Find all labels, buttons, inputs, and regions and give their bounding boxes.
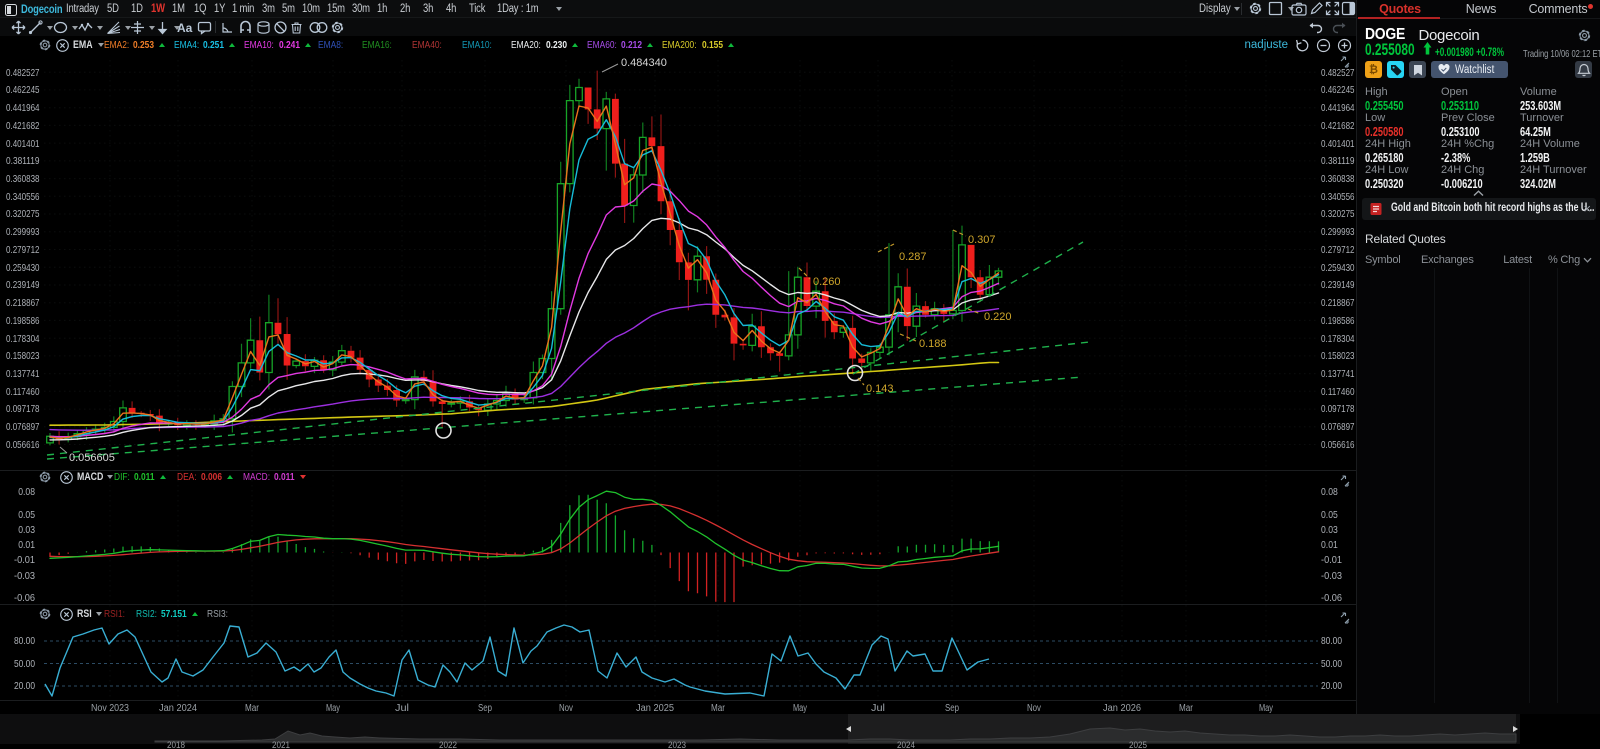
svg-text:2023: 2023 [668,740,686,749]
svg-text:2018: 2018 [167,740,185,749]
svg-text:2025: 2025 [1129,740,1147,749]
svg-text:2024: 2024 [897,740,915,749]
svg-text:2022: 2022 [439,740,457,749]
svg-text:2021: 2021 [272,740,290,749]
